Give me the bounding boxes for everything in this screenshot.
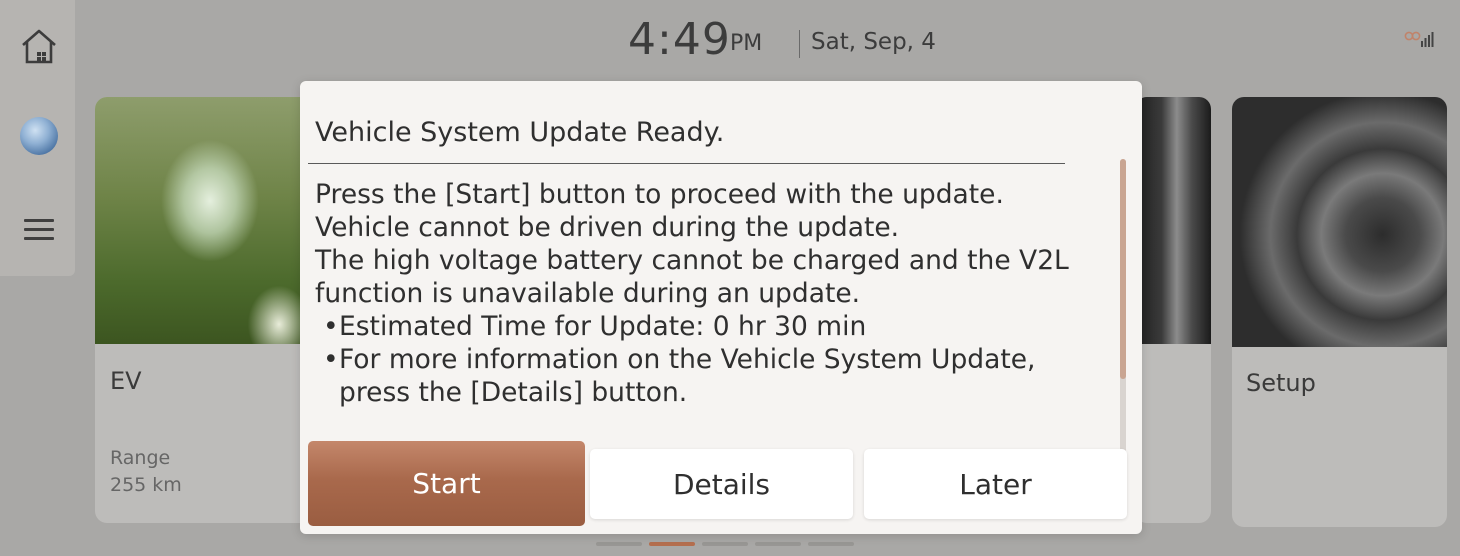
bullet-text: For more information on the Vehicle Syst… <box>339 344 1036 408</box>
dialog-bullet: • Estimated Time for Update: 0 hr 30 min <box>315 310 1095 343</box>
setup-card-title: Setup <box>1246 369 1316 397</box>
globe-button[interactable] <box>18 115 60 157</box>
ev-card-image <box>95 97 325 344</box>
page-dot <box>702 542 748 546</box>
page-dot-active <box>649 542 695 546</box>
dialog-scrollbar[interactable] <box>1120 159 1126 464</box>
menu-button[interactable] <box>18 208 60 250</box>
left-sidebar <box>0 0 75 276</box>
signal-icon <box>1404 31 1434 47</box>
page-dot <box>755 542 801 546</box>
setup-card-image <box>1232 97 1447 347</box>
page-indicator <box>596 542 854 546</box>
ev-card[interactable]: EV Range 255 km <box>95 97 325 523</box>
setup-card[interactable]: Setup <box>1232 97 1447 527</box>
dialog-body-line: Vehicle cannot be driven during the upda… <box>315 212 900 243</box>
menu-icon <box>24 213 54 246</box>
dialog-bullet: • For more information on the Vehicle Sy… <box>315 343 1095 409</box>
update-dialog: Vehicle System Update Ready. Press the [… <box>300 81 1142 534</box>
clock-ampm: PM <box>730 31 763 56</box>
ev-range-value: 255 km <box>110 474 182 496</box>
media-card[interactable] <box>1135 97 1211 523</box>
home-icon <box>22 29 56 64</box>
home-button[interactable] <box>18 25 60 67</box>
dialog-divider <box>308 163 1065 164</box>
bullet-text: Estimated Time for Update: 0 hr 30 min <box>339 311 867 342</box>
dialog-body-line: The high voltage battery cannot be charg… <box>315 245 1069 309</box>
bullet-dot: • <box>323 311 339 342</box>
later-button[interactable]: Later <box>864 449 1127 519</box>
status-date: Sat, Sep, 4 <box>811 29 936 55</box>
dialog-body-line: Press the [Start] button to proceed with… <box>315 179 1004 210</box>
dialog-body: Press the [Start] button to proceed with… <box>315 178 1095 409</box>
bullet-dot: • <box>323 344 339 375</box>
ev-range-label: Range <box>110 447 171 469</box>
dialog-scrollbar-thumb[interactable] <box>1120 159 1126 379</box>
globe-icon <box>20 117 58 155</box>
dialog-title: Vehicle System Update Ready. <box>315 117 725 148</box>
page-dot <box>808 542 854 546</box>
clock-time: 4:49 <box>628 14 731 65</box>
details-button[interactable]: Details <box>590 449 853 519</box>
media-card-image <box>1135 97 1211 344</box>
ev-card-title: EV <box>110 367 142 395</box>
status-divider <box>799 30 800 58</box>
start-button[interactable]: Start <box>308 441 585 526</box>
page-dot <box>596 542 642 546</box>
